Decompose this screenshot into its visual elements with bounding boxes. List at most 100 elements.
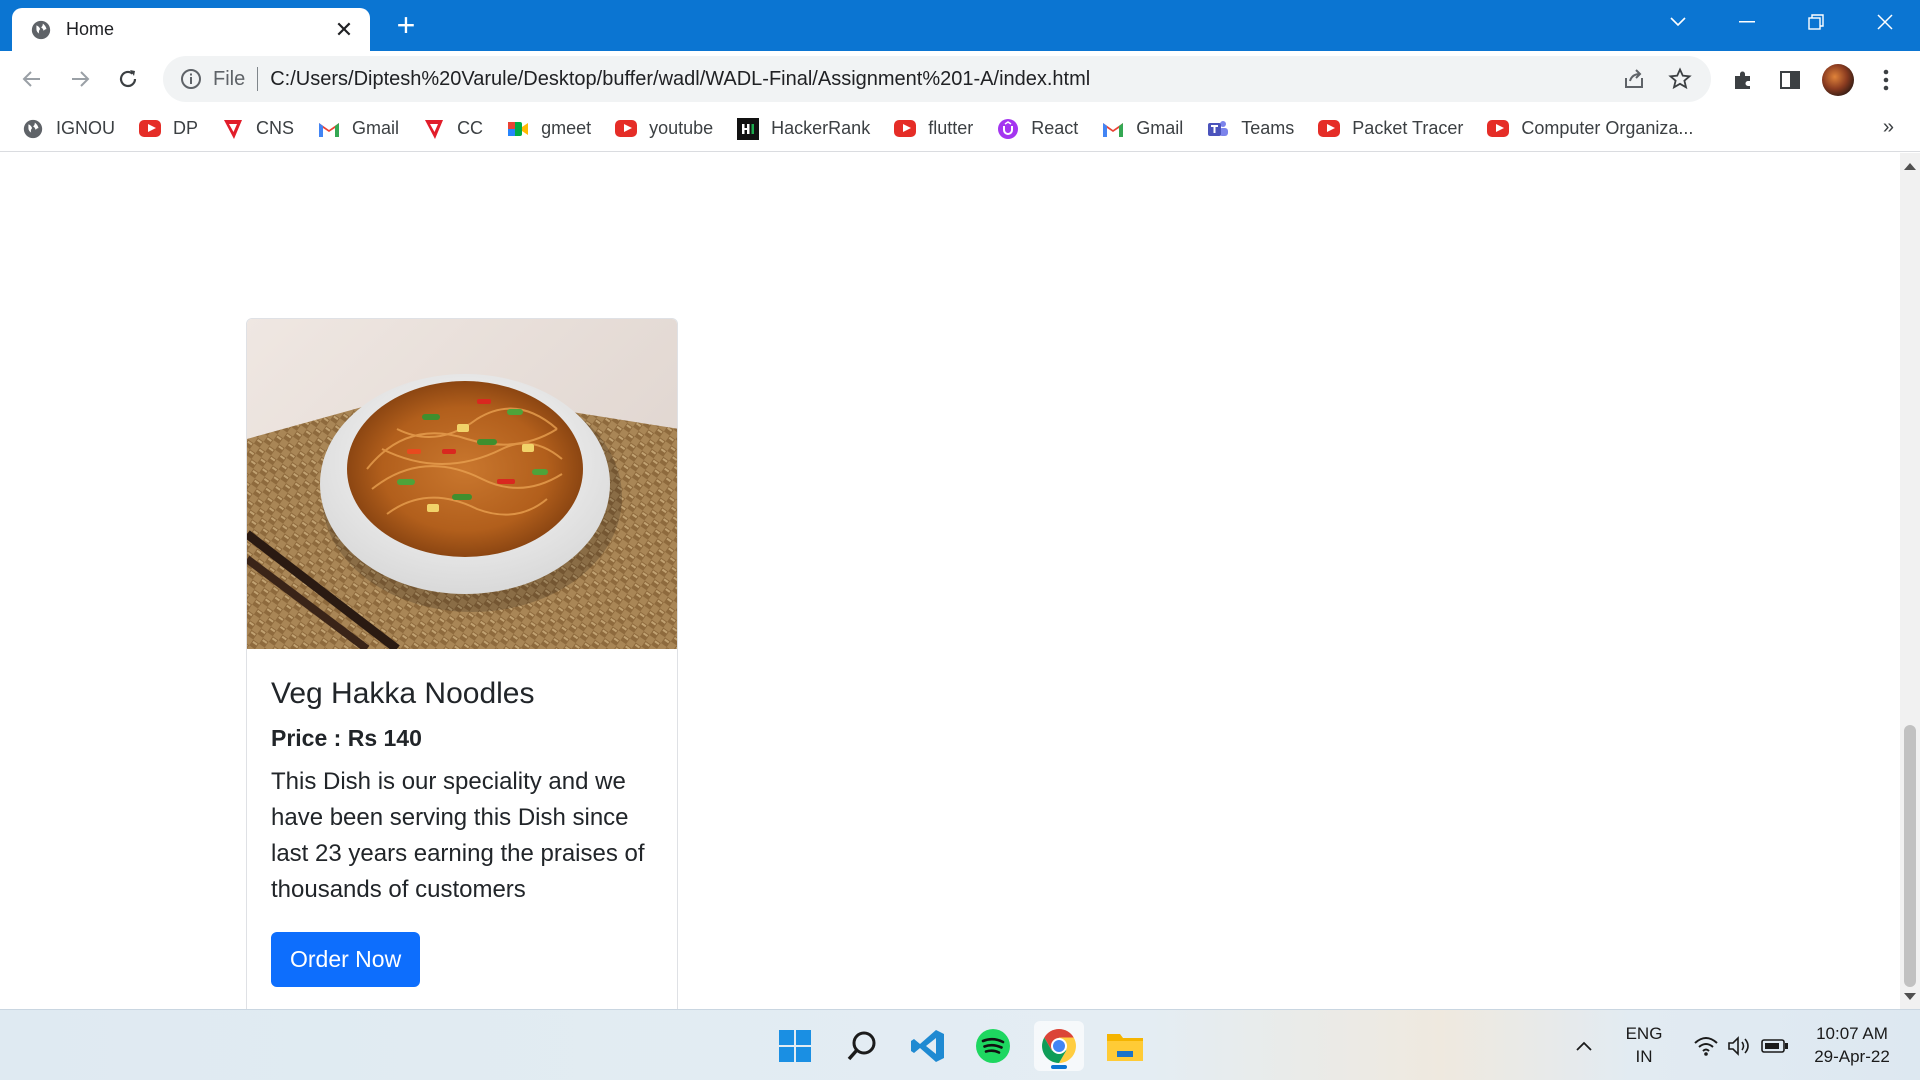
spotify-app[interactable]: [968, 1021, 1018, 1071]
bookmark-ignou[interactable]: IGNOU: [22, 118, 115, 140]
search-icon: [847, 1031, 876, 1061]
restore-icon: [1808, 14, 1824, 30]
bookmark-label: Teams: [1241, 118, 1295, 138]
bookmark-label: React: [1031, 118, 1079, 138]
vscode-app[interactable]: [903, 1021, 953, 1071]
bookmark-label: IGNOU: [56, 118, 116, 138]
close-tab-icon[interactable]: ✕: [330, 16, 358, 44]
profile-button[interactable]: [1821, 63, 1855, 97]
bookmark-label: DP: [173, 118, 199, 138]
clock[interactable]: 10:07 AM 29-Apr-22: [1797, 1022, 1907, 1068]
clock-date: 29-Apr-22: [1814, 1047, 1890, 1066]
avatar: [1822, 64, 1854, 96]
file-explorer-app[interactable]: [1100, 1021, 1150, 1071]
bookmarks-overflow-button[interactable]: »: [1883, 116, 1894, 139]
address-bar[interactable]: File C:/Users/Diptesh%20Varule/Desktop/b…: [163, 56, 1711, 102]
bookmark-label: youtube: [649, 118, 714, 138]
noodles-image: [247, 319, 677, 649]
address-separator: [257, 67, 259, 91]
browser-tab-home[interactable]: Home ✕: [12, 8, 370, 51]
bookmark-cns[interactable]: CNS: [222, 118, 294, 140]
bookmark-dp[interactable]: DP: [139, 118, 198, 140]
reload-button[interactable]: [110, 61, 146, 97]
close-window-button[interactable]: [1851, 0, 1919, 44]
bookmark-star-button[interactable]: [1665, 64, 1695, 94]
minimize-button[interactable]: [1713, 0, 1781, 44]
bookmark-computer-organization[interactable]: Computer Organiza...: [1487, 118, 1693, 140]
start-button[interactable]: [770, 1021, 820, 1071]
bookmark-gmail-2[interactable]: Gmail: [1102, 118, 1183, 140]
scroll-down-arrow-icon[interactable]: [1904, 993, 1916, 1000]
folder-icon: [1107, 1034, 1143, 1061]
tcs-icon: [224, 119, 243, 139]
bookmark-label: CNS: [256, 118, 295, 138]
puzzle-icon: [1735, 71, 1750, 89]
side-panel-button[interactable]: [1773, 63, 1807, 97]
bookmark-packet-tracer[interactable]: Packet Tracer: [1318, 118, 1463, 140]
extensions-button[interactable]: [1726, 63, 1760, 97]
globe-icon: [31, 20, 51, 39]
bookmark-label: HackerRank: [771, 118, 871, 138]
order-now-button[interactable]: Order Now: [271, 932, 421, 987]
show-hidden-icons-button[interactable]: [1567, 1021, 1601, 1071]
bookmark-youtube[interactable]: youtube: [615, 118, 713, 140]
bookmark-gmeet[interactable]: gmeet: [507, 118, 591, 140]
bookmark-label: CC: [457, 118, 484, 138]
tab-search-button[interactable]: [1644, 0, 1712, 44]
chevron-up-icon: [1576, 1041, 1592, 1051]
bookmark-gmail[interactable]: Gmail: [318, 118, 399, 140]
dish-description: This Dish is our speciality and we have …: [271, 768, 645, 903]
menu-button[interactable]: [1869, 63, 1903, 97]
forward-arrow-icon: [72, 71, 90, 87]
bookmark-label: gmeet: [541, 118, 592, 138]
language-code: ENG: [1625, 1024, 1663, 1043]
back-button[interactable]: [14, 61, 50, 97]
bookmark-hackerrank[interactable]: HackerRank: [737, 117, 871, 140]
info-icon[interactable]: [179, 67, 203, 91]
youtube-icon: [615, 120, 638, 137]
scrollbar-thumb[interactable]: [1904, 725, 1916, 987]
teams-icon: [1208, 120, 1229, 136]
bookmark-cc[interactable]: CC: [423, 118, 483, 140]
language-indicator[interactable]: ENG IN: [1617, 1022, 1671, 1068]
scroll-up-arrow-icon[interactable]: [1904, 163, 1916, 170]
tcs-icon: [425, 119, 444, 139]
url-text[interactable]: C:/Users/Diptesh%20Varule/Desktop/buffer…: [270, 68, 1619, 91]
card-body: Veg Hakka Noodles Price : Rs 140 This Di…: [247, 649, 677, 1009]
share-icon: [1625, 69, 1643, 88]
share-button[interactable]: [1619, 64, 1649, 94]
page-scrollbar[interactable]: [1900, 153, 1920, 1009]
minimize-icon: [1739, 21, 1755, 23]
region-code: IN: [1635, 1047, 1653, 1066]
bookmark-react[interactable]: React: [997, 118, 1078, 140]
kebab-menu-icon: [1883, 69, 1889, 91]
search-button[interactable]: [837, 1021, 887, 1071]
windows-logo-icon: [779, 1030, 811, 1062]
bookmark-teams[interactable]: Teams: [1207, 118, 1294, 140]
hackerrank-icon: [737, 117, 760, 140]
dish-card: Veg Hakka Noodles Price : Rs 140 This Di…: [246, 318, 678, 1009]
page-viewport: Veg Hakka Noodles Price : Rs 140 This Di…: [0, 153, 1900, 1009]
forward-button[interactable]: [62, 61, 98, 97]
clock-time: 10:07 AM: [1816, 1024, 1888, 1043]
chrome-icon: [1042, 1029, 1076, 1063]
bookmark-flutter[interactable]: flutter: [894, 118, 973, 140]
spotify-icon: [976, 1029, 1010, 1063]
udemy-icon: [998, 118, 1019, 139]
title-bar: Home ✕ +: [0, 0, 1920, 51]
system-tray-status[interactable]: [1682, 1021, 1800, 1071]
close-icon: [1877, 14, 1893, 30]
file-scheme-label: File: [213, 67, 246, 90]
dish-title: Veg Hakka Noodles: [271, 677, 535, 710]
vscode-icon: [911, 1030, 944, 1062]
battery-icon: [1761, 1039, 1788, 1053]
new-tab-button[interactable]: +: [390, 9, 422, 42]
chevron-down-icon: [1670, 17, 1686, 27]
restore-button[interactable]: [1782, 0, 1850, 44]
side-panel-icon: [1780, 71, 1800, 89]
bookmark-label: flutter: [928, 118, 974, 138]
youtube-icon: [1318, 120, 1341, 137]
youtube-icon: [894, 120, 917, 137]
chrome-app[interactable]: [1034, 1021, 1084, 1071]
star-icon: [1668, 67, 1692, 90]
